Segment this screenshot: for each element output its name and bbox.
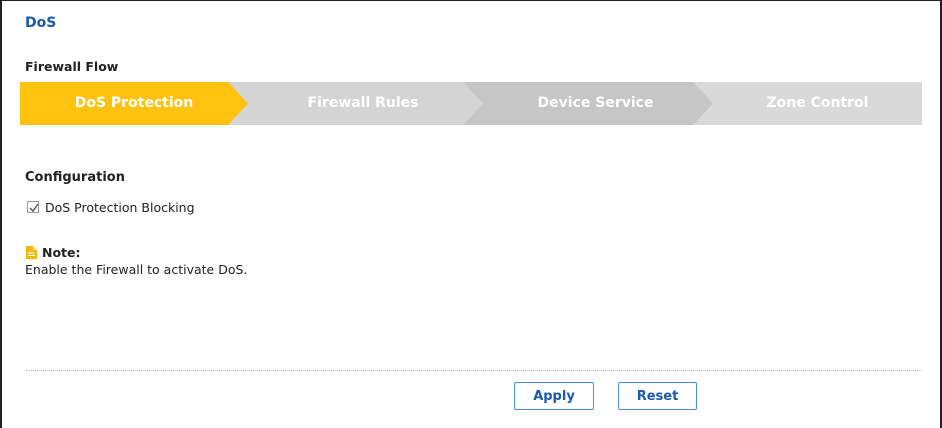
dos-blocking-label: DoS Protection Blocking bbox=[45, 199, 195, 215]
flow-step-zone-control[interactable]: Zone Control bbox=[713, 82, 922, 125]
flow-step-dos-protection[interactable]: DoS Protection bbox=[20, 82, 248, 125]
firewall-flow-title: Firewall Flow bbox=[25, 59, 119, 74]
configuration-title: Configuration bbox=[25, 170, 125, 185]
note-text: Enable the Firewall to activate DoS. bbox=[25, 262, 248, 277]
note-icon bbox=[25, 245, 38, 260]
apply-button[interactable]: Apply bbox=[514, 382, 594, 410]
reset-button[interactable]: Reset bbox=[618, 382, 697, 410]
flow-step-device-service[interactable]: Device Service bbox=[478, 82, 713, 125]
page-title: DoS bbox=[25, 15, 57, 31]
checkmark-icon bbox=[29, 203, 39, 213]
dos-blocking-checkbox[interactable] bbox=[27, 201, 39, 213]
firewall-flow-bar: DoS Protection Firewall Rules Device Ser… bbox=[20, 82, 922, 125]
note-title: Note: bbox=[42, 245, 81, 260]
dos-blocking-row: DoS Protection Blocking bbox=[27, 199, 195, 215]
divider bbox=[26, 370, 922, 371]
flow-step-firewall-rules[interactable]: Firewall Rules bbox=[248, 82, 478, 125]
note-heading: Note: bbox=[25, 245, 81, 260]
